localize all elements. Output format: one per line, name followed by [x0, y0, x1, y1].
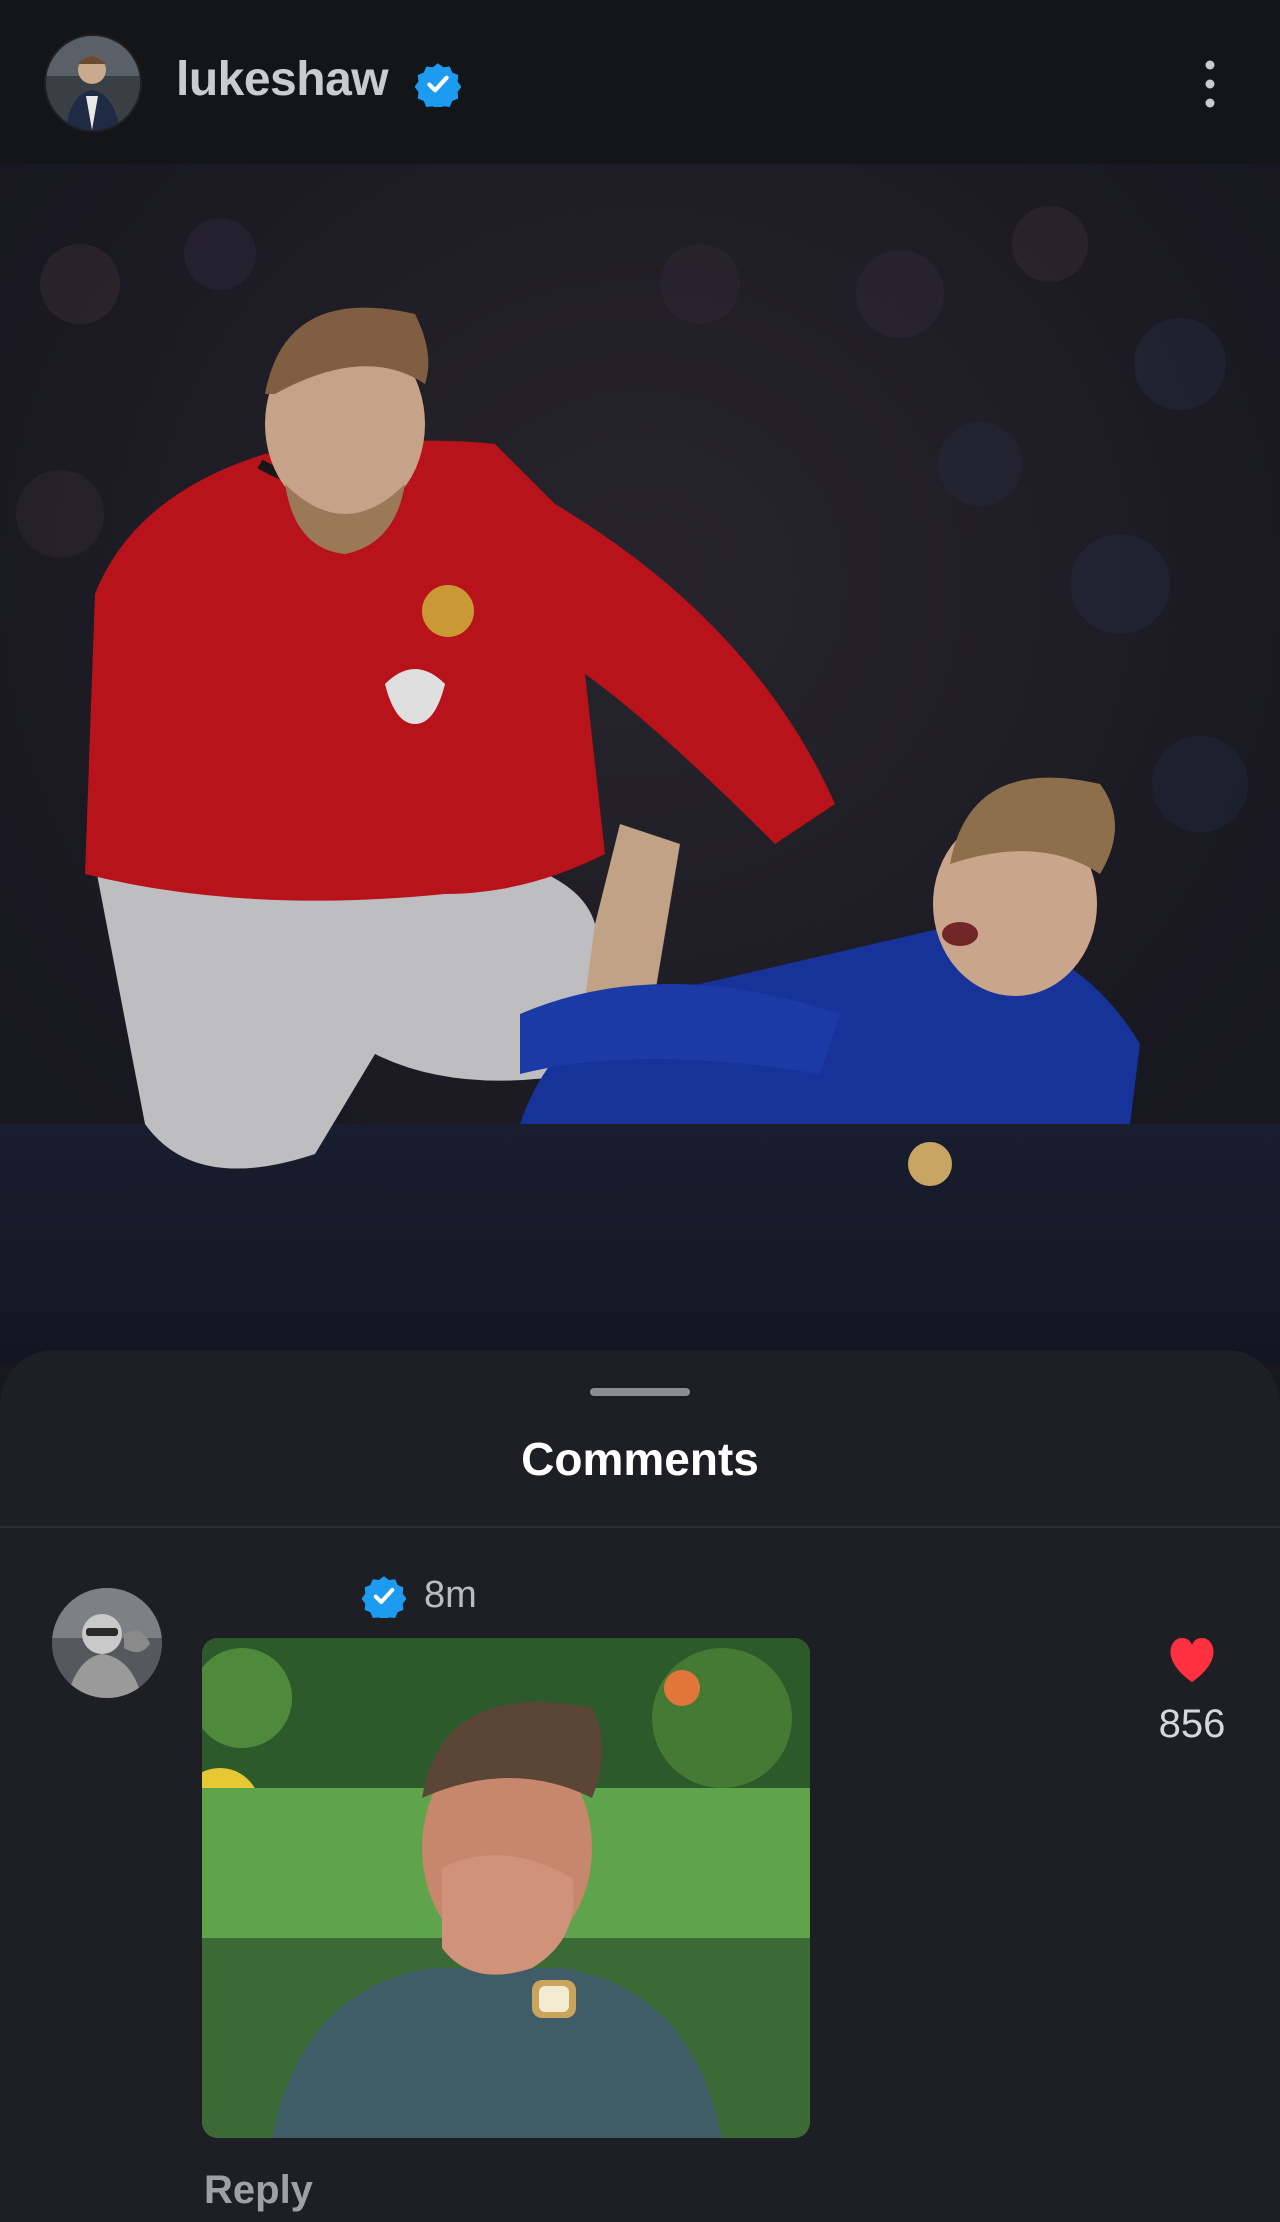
profile-avatar[interactable]: [46, 36, 140, 130]
reply-button[interactable]: Reply: [204, 2168, 313, 2213]
comments-title: Comments: [521, 1433, 759, 1485]
commenter-username[interactable]: [204, 1572, 364, 1612]
comment-item: 8m Reply 856: [0, 1528, 1280, 2222]
verified-badge-icon: [362, 1576, 406, 1618]
comments-sheet: Comments 8m Reply 856: [0, 1350, 1280, 2222]
username[interactable]: lukeshaw: [176, 52, 389, 107]
verified-badge-icon: [415, 63, 461, 107]
more-options-icon[interactable]: [1196, 56, 1224, 112]
post-image[interactable]: [0, 164, 1280, 1364]
comment-timestamp: 8m: [424, 1574, 477, 1616]
comment-gif[interactable]: [202, 1638, 810, 2138]
like-count: 856: [1158, 1702, 1226, 1746]
sheet-drag-handle[interactable]: [590, 1388, 690, 1396]
commenter-avatar[interactable]: [52, 1588, 162, 1698]
post-header: lukeshaw: [0, 0, 1280, 164]
heart-icon[interactable]: [1166, 1636, 1218, 1684]
